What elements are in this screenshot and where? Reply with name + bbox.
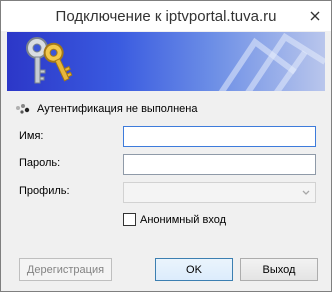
profile-select[interactable] bbox=[123, 182, 316, 203]
anonymous-login-row[interactable]: Анонимный вход bbox=[123, 213, 226, 226]
name-input[interactable] bbox=[123, 126, 316, 147]
window-title: Подключение к iptvportal.tuva.ru bbox=[55, 8, 277, 25]
anonymous-label: Анонимный вход bbox=[140, 213, 227, 226]
exit-button[interactable]: Выход bbox=[240, 258, 318, 281]
close-button[interactable] bbox=[306, 7, 324, 25]
title-bar: Подключение к iptvportal.tuva.ru bbox=[1, 1, 331, 31]
keys-icon bbox=[26, 37, 73, 84]
dialog-content: Аутентификация не выполнена Имя: Пароль:… bbox=[7, 91, 325, 285]
login-dialog: Подключение к iptvportal.tuva.ru Аутенти… bbox=[0, 0, 332, 292]
ok-button[interactable]: OK bbox=[155, 258, 233, 281]
deregister-button[interactable]: Дерегистрация bbox=[19, 258, 112, 281]
profile-label: Профиль: bbox=[19, 185, 70, 197]
chevron-down-icon bbox=[302, 190, 310, 195]
name-label: Имя: bbox=[19, 130, 44, 142]
anonymous-checkbox[interactable] bbox=[123, 213, 136, 226]
banner-decoration bbox=[218, 32, 325, 91]
status-row: Аутентификация не выполнена bbox=[15, 103, 197, 115]
header-banner bbox=[7, 32, 325, 91]
loading-dots-icon bbox=[16, 104, 30, 114]
password-label: Пароль: bbox=[19, 157, 61, 169]
password-input[interactable] bbox=[123, 154, 316, 175]
status-message: Аутентификация не выполнена bbox=[37, 103, 198, 115]
close-icon bbox=[310, 11, 320, 21]
